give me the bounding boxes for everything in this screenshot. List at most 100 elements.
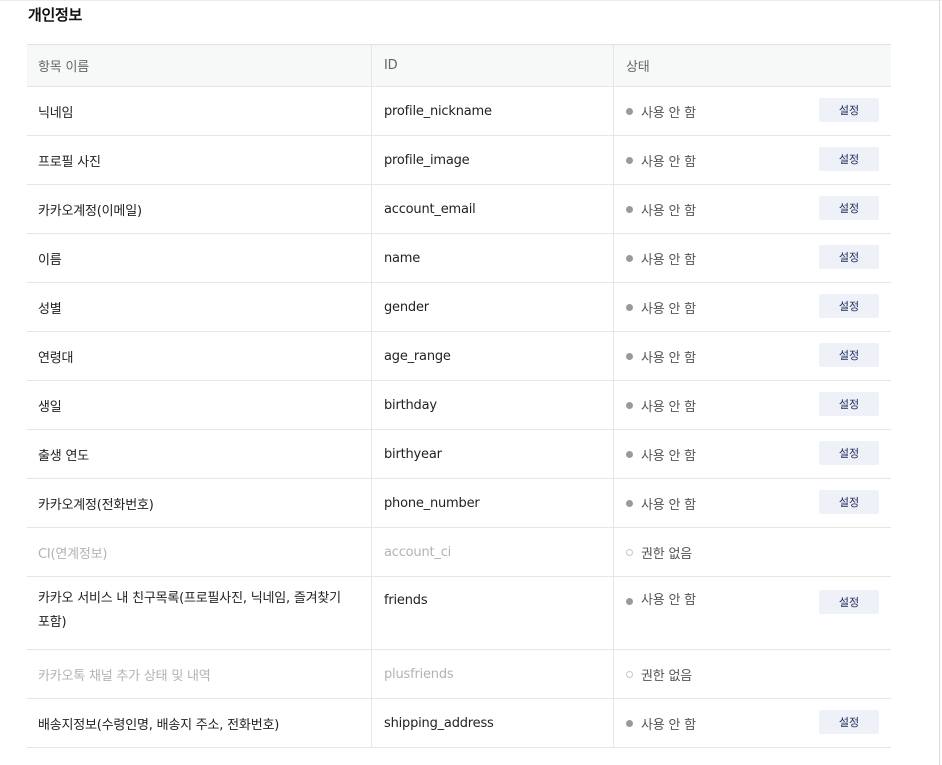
status-indicator: 사용 안 함 <box>626 249 696 268</box>
column-header-status: 상태 <box>626 60 650 75</box>
table-row: 카카오 서비스 내 친구목록(프로필사진, 닉네임, 즐겨찾기 포함) frie… <box>27 577 891 650</box>
status-indicator: 사용 안 함 <box>626 396 696 415</box>
status-indicator: 사용 안 함 <box>626 102 696 121</box>
item-name: 배송지정보(수령인명, 배송지 주소, 전화번호) <box>27 699 372 747</box>
settings-button[interactable]: 설정 <box>819 147 879 171</box>
item-id: gender <box>372 283 614 331</box>
item-id: account_ci <box>372 528 614 576</box>
status-dot-icon <box>626 450 633 458</box>
status-indicator: 사용 안 함 <box>626 298 696 317</box>
status-cell: 사용 안 함 설정 <box>614 430 891 478</box>
status-cell: 사용 안 함 설정 <box>614 234 891 282</box>
status-ring-icon <box>626 548 633 556</box>
status-dot-icon <box>626 156 633 164</box>
status-cell: 사용 안 함 설정 <box>614 479 891 527</box>
status-text: 권한 없음 <box>641 668 692 684</box>
table-row: 카카오계정(이메일) account_email 사용 안 함 설정 <box>27 185 891 234</box>
status-indicator: 사용 안 함 <box>626 589 696 613</box>
table-row: CI(연계정보) account_ci 권한 없음 <box>27 528 891 577</box>
status-indicator: 사용 안 함 <box>626 494 696 513</box>
permissions-table: 항목 이름 ID 상태 닉네임 profile_nickname 사용 안 함 … <box>27 44 891 748</box>
settings-button[interactable]: 설정 <box>819 710 879 734</box>
status-ring-icon <box>626 670 633 678</box>
item-id: age_range <box>372 332 614 380</box>
item-id: profile_nickname <box>372 87 614 135</box>
column-header-name: 항목 이름 <box>27 45 372 86</box>
status-indicator: 사용 안 함 <box>626 200 696 219</box>
table-row: 출생 연도 birthyear 사용 안 함 설정 <box>27 430 891 479</box>
settings-button[interactable]: 설정 <box>819 98 879 122</box>
status-cell: 사용 안 함 설정 <box>614 87 891 135</box>
status-text: 사용 안 함 <box>641 593 696 608</box>
status-dot-icon <box>626 254 633 262</box>
item-name: 카카오 서비스 내 친구목록(프로필사진, 닉네임, 즐겨찾기 포함) <box>27 577 372 649</box>
status-dot-icon <box>626 499 633 507</box>
status-text: 권한 없음 <box>641 546 692 562</box>
item-id: name <box>372 234 614 282</box>
status-cell: 사용 안 함 설정 <box>614 185 891 233</box>
status-text: 사용 안 함 <box>641 154 696 170</box>
status-cell: 사용 안 함 설정 <box>614 699 891 747</box>
item-id: account_email <box>372 185 614 233</box>
settings-button[interactable]: 설정 <box>819 590 879 614</box>
status-cell: 사용 안 함 설정 <box>614 381 891 429</box>
status-text: 사용 안 함 <box>641 497 696 513</box>
top-divider <box>0 0 942 1</box>
item-id: shipping_address <box>372 699 614 747</box>
item-name: 닉네임 <box>27 87 372 135</box>
settings-button[interactable]: 설정 <box>819 490 879 514</box>
status-dot-icon <box>626 719 633 727</box>
status-dot-icon <box>626 303 633 311</box>
status-text: 사용 안 함 <box>641 350 696 366</box>
item-name: 카카오톡 채널 추가 상태 및 내역 <box>27 650 372 698</box>
table-row: 카카오톡 채널 추가 상태 및 내역 plusfriends 권한 없음 <box>27 650 891 699</box>
item-name: 성별 <box>27 283 372 331</box>
table-row: 이름 name 사용 안 함 설정 <box>27 234 891 283</box>
table-row: 프로필 사진 profile_image 사용 안 함 설정 <box>27 136 891 185</box>
item-id: profile_image <box>372 136 614 184</box>
item-name: 카카오계정(이메일) <box>27 185 372 233</box>
table-row: 카카오계정(전화번호) phone_number 사용 안 함 설정 <box>27 479 891 528</box>
item-name: 카카오계정(전화번호) <box>27 479 372 527</box>
status-indicator: 사용 안 함 <box>626 445 696 464</box>
settings-button[interactable]: 설정 <box>819 392 879 416</box>
item-name: 프로필 사진 <box>27 136 372 184</box>
item-name: 연령대 <box>27 332 372 380</box>
status-text: 사용 안 함 <box>641 252 696 268</box>
table-row: 성별 gender 사용 안 함 설정 <box>27 283 891 332</box>
item-id: plusfriends <box>372 650 614 698</box>
status-text: 사용 안 함 <box>641 301 696 317</box>
settings-button[interactable]: 설정 <box>819 441 879 465</box>
status-dot-icon <box>626 352 633 360</box>
section-title: 개인정보 <box>28 6 83 24</box>
status-dot-icon <box>626 597 633 605</box>
status-indicator: 권한 없음 <box>626 543 692 562</box>
settings-button[interactable]: 설정 <box>819 245 879 269</box>
column-header-id: ID <box>372 45 614 86</box>
status-cell: 사용 안 함 설정 <box>614 577 891 649</box>
item-id: friends <box>372 577 614 649</box>
status-indicator: 사용 안 함 <box>626 714 696 733</box>
status-dot-icon <box>626 205 633 213</box>
item-id: birthyear <box>372 430 614 478</box>
settings-button[interactable]: 설정 <box>819 294 879 318</box>
item-name: 이름 <box>27 234 372 282</box>
item-name: 출생 연도 <box>27 430 372 478</box>
status-cell: 권한 없음 <box>614 528 891 576</box>
status-cell: 사용 안 함 설정 <box>614 283 891 331</box>
settings-button[interactable]: 설정 <box>819 196 879 220</box>
right-divider <box>939 0 940 765</box>
table-row: 배송지정보(수령인명, 배송지 주소, 전화번호) shipping_addre… <box>27 699 891 748</box>
table-row: 닉네임 profile_nickname 사용 안 함 설정 <box>27 87 891 136</box>
item-name: CI(연계정보) <box>27 528 372 576</box>
status-cell: 권한 없음 <box>614 650 891 698</box>
settings-button[interactable]: 설정 <box>819 343 879 367</box>
status-cell: 사용 안 함 설정 <box>614 332 891 380</box>
table-row: 연령대 age_range 사용 안 함 설정 <box>27 332 891 381</box>
table-row: 생일 birthday 사용 안 함 설정 <box>27 381 891 430</box>
status-text: 사용 안 함 <box>641 448 696 464</box>
status-text: 사용 안 함 <box>641 717 696 733</box>
item-id: birthday <box>372 381 614 429</box>
status-text: 사용 안 함 <box>641 203 696 219</box>
status-dot-icon <box>626 107 633 115</box>
